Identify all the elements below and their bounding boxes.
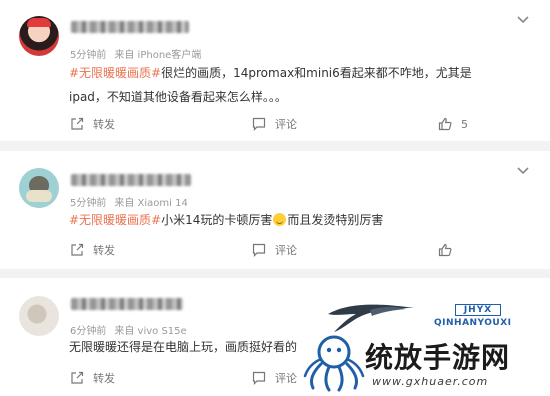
comment-meta: 5分钟前 来自 Xiaomi 14: [70, 194, 188, 209]
username-blurred[interactable]: [71, 298, 183, 310]
comment-button[interactable]: 评论: [252, 116, 297, 132]
emoji-icon: [273, 213, 287, 226]
username-blurred[interactable]: [71, 174, 191, 186]
share-label: 转发: [93, 372, 115, 385]
share-button[interactable]: 转发: [70, 370, 115, 386]
share-icon: [70, 371, 84, 385]
share-label: 转发: [93, 118, 115, 131]
comment-body-continued: 而且发烫特别厉害: [287, 213, 384, 227]
comment-time: 5分钟前: [70, 50, 107, 61]
chevron-down-icon[interactable]: [516, 165, 530, 177]
comment-card-2: 5分钟前 来自 Xiaomi 14 #无限暖暖画质#小米14玩的卡顿厉害 而且发烫特…: [0, 151, 550, 269]
topic-link[interactable]: #无限暖暖画质#: [69, 66, 161, 80]
comment-icon: [252, 371, 266, 385]
like-count: 5: [461, 117, 468, 131]
watermark-title: 统放手游网: [365, 341, 511, 374]
like-button[interactable]: 5: [438, 116, 468, 132]
share-button[interactable]: 转发: [70, 116, 115, 132]
username-blurred[interactable]: [71, 21, 189, 33]
share-button[interactable]: 转发: [70, 242, 115, 258]
share-icon: [70, 117, 84, 131]
comment-button[interactable]: 评论: [252, 370, 297, 386]
comment-meta: 5分钟前 来自 iPhone客户端: [70, 46, 201, 61]
avatar[interactable]: [19, 16, 59, 56]
like-icon: [438, 117, 452, 131]
comment-label: 评论: [275, 118, 297, 131]
comment-icon: [252, 243, 266, 257]
like-icon: [438, 243, 452, 257]
comment-label: 评论: [275, 372, 297, 385]
watermark-url: www.gxhuaer.com: [372, 375, 489, 388]
comment-card-1: 5分钟前 来自 iPhone客户端 #无限暖暖画质#很烂的画质，14promax和…: [0, 0, 550, 141]
comment-button[interactable]: 评论: [252, 242, 297, 258]
comment-text: #无限暖暖画质#小米14玩的卡顿厉害 而且发烫特别厉害: [69, 208, 499, 232]
comment-source: 来自 iPhone客户端: [114, 50, 202, 61]
action-bar: 转发 评论 5: [0, 116, 550, 132]
action-bar: 转发 评论: [0, 242, 550, 258]
avatar[interactable]: [19, 168, 59, 208]
comment-body: 小米14玩的卡顿厉害: [161, 213, 273, 227]
comment-label: 评论: [275, 244, 297, 257]
comment-text: #无限暖暖画质#很烂的画质，14promax和mini6看起来都不咋地，尤其是i…: [69, 61, 494, 109]
comment-body: 无限暖暖还得是在电脑上玩，画质挺好看的，: [69, 340, 310, 354]
watermark-swoosh-icon: [328, 304, 414, 332]
share-label: 转发: [93, 244, 115, 257]
share-icon: [70, 243, 84, 257]
avatar[interactable]: [19, 296, 59, 336]
like-button[interactable]: [438, 242, 461, 258]
watermark-logo-box: JHYX: [455, 304, 501, 316]
comment-icon: [252, 117, 266, 131]
watermark-brand: QINHANYOUXI: [434, 318, 512, 328]
chevron-down-icon[interactable]: [516, 14, 530, 26]
watermark-octopus-icon: [303, 335, 365, 392]
topic-link[interactable]: #无限暖暖画质#: [69, 213, 161, 227]
